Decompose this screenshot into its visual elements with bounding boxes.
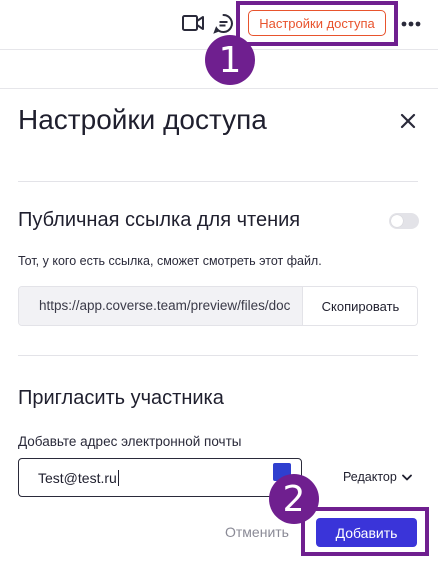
text-caret <box>117 470 119 486</box>
header-separator <box>0 88 438 89</box>
email-input-value: Test@test.ru <box>38 470 117 486</box>
close-icon[interactable] <box>399 112 417 130</box>
video-icon[interactable] <box>182 14 204 32</box>
role-select[interactable]: Редактор <box>343 470 412 484</box>
comment-icon[interactable] <box>213 13 234 34</box>
more-icon[interactable] <box>401 21 421 27</box>
public-link-description: Тот, у кого есть ссылка, сможет смотреть… <box>18 254 322 268</box>
copy-link-button[interactable]: Скопировать <box>302 287 417 325</box>
section-divider <box>18 355 418 356</box>
role-select-value: Редактор <box>343 470 397 484</box>
invite-title: Пригласить участника <box>18 387 224 409</box>
email-label: Добавьте адрес электронной почты <box>18 434 242 449</box>
public-link-title: Публичная ссылка для чтения <box>18 209 301 231</box>
public-link-toggle[interactable] <box>389 213 419 229</box>
section-divider <box>18 181 418 182</box>
step-1-highlight <box>236 1 398 46</box>
public-link-url-field[interactable]: https://app.coverse.team/preview/files/d… <box>19 287 302 325</box>
step-2-highlight <box>301 507 429 556</box>
toggle-knob <box>391 215 403 227</box>
chevron-down-icon <box>401 474 412 480</box>
cancel-button[interactable]: Отменить <box>225 524 289 540</box>
public-link-box: https://app.coverse.team/preview/files/d… <box>18 286 418 326</box>
step-1-badge: 1 <box>205 35 255 85</box>
page-title: Настройки доступа <box>18 104 267 135</box>
email-input[interactable]: Test@test.ru <box>18 458 302 497</box>
